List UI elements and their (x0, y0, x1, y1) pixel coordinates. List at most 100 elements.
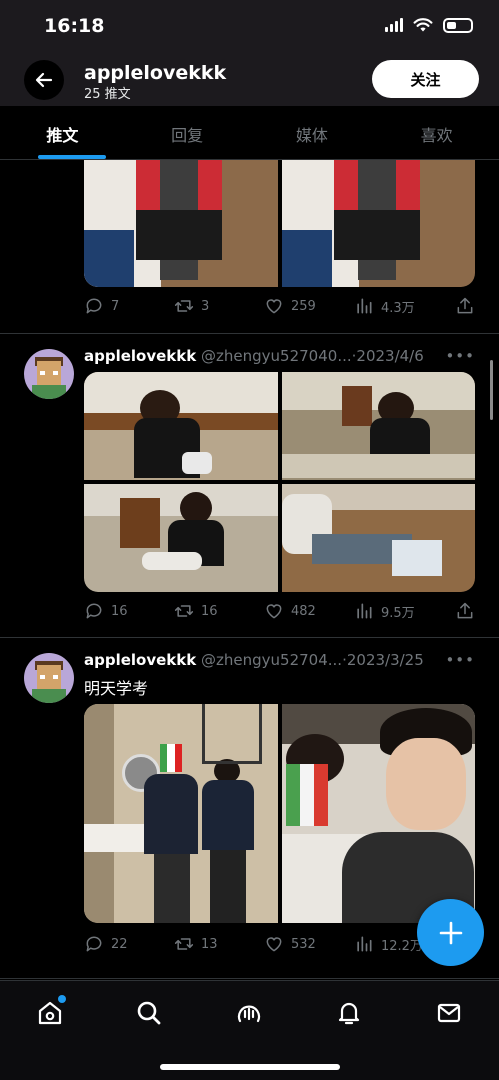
avatar[interactable] (24, 349, 74, 399)
retweet-button[interactable]: 3 (174, 296, 264, 316)
tab-likes[interactable]: 喜欢 (374, 106, 499, 159)
tweet-count: 25 推文 (84, 87, 131, 102)
retweet-button[interactable]: 16 (174, 601, 264, 621)
more-options-button[interactable]: ••• (445, 347, 475, 365)
tweet-media[interactable] (84, 704, 475, 923)
retweet-count: 3 (201, 298, 210, 314)
status-icons (385, 17, 473, 33)
tweet-date[interactable]: 2023/3/25 (347, 651, 424, 669)
nav-spaces[interactable] (229, 993, 269, 1033)
tab-media[interactable]: 媒体 (250, 106, 375, 159)
reply-button[interactable]: 22 (84, 934, 174, 954)
nav-search[interactable] (129, 993, 169, 1033)
tab-tweets[interactable]: 推文 (0, 106, 125, 159)
like-button[interactable]: 532 (264, 934, 354, 954)
messages-icon (437, 1003, 461, 1023)
like-count: 482 (291, 603, 316, 619)
more-options-button[interactable]: ••• (445, 651, 475, 669)
tweet-text: 明天学考 (84, 679, 149, 698)
photo[interactable] (281, 372, 475, 480)
reply-count: 22 (111, 936, 128, 952)
views-icon (357, 603, 372, 619)
like-count: 259 (291, 298, 316, 314)
photo[interactable] (281, 704, 475, 923)
tweet-username[interactable]: applelovekkk (84, 347, 196, 365)
home-indicator (160, 1064, 340, 1070)
like-icon (266, 604, 282, 619)
photo[interactable] (281, 484, 475, 592)
share-icon (457, 297, 473, 314)
tweet-date[interactable]: 2023/4/6 (356, 347, 423, 365)
photo[interactable] (281, 160, 475, 287)
view-count: 9.5万 (381, 605, 415, 621)
nav-notifications[interactable] (329, 993, 369, 1033)
nav-home[interactable] (30, 993, 70, 1033)
like-button[interactable]: 259 (264, 296, 354, 316)
tweet[interactable]: applelovekkk @zhengyu527040...·2023/4/6 … (0, 335, 499, 638)
signal-icon (385, 18, 403, 32)
retweet-count: 16 (201, 603, 218, 619)
tweet-handle[interactable]: @zhengyu52704... (201, 651, 342, 669)
notifications-icon (338, 1002, 360, 1025)
photo[interactable] (84, 484, 278, 592)
tweet-feed[interactable]: 7 3 259 4.3万 applelovekkk @zhengyu527040… (0, 160, 499, 980)
tweet[interactable]: 7 3 259 4.3万 (0, 160, 499, 334)
profile-tabs: 推文 回复 媒体 喜欢 (0, 106, 499, 160)
search-icon (137, 1001, 161, 1025)
scroll-indicator[interactable] (490, 360, 493, 420)
spaces-icon (237, 1005, 261, 1023)
status-bar: 16:18 (0, 0, 499, 54)
tweet-actions: 16 16 482 9.5万 (84, 601, 475, 621)
reply-icon (86, 603, 102, 619)
tab-replies[interactable]: 回复 (125, 106, 250, 159)
home-icon (38, 1001, 62, 1025)
tweet-media[interactable] (84, 372, 475, 592)
follow-button[interactable]: 关注 (372, 60, 479, 98)
views-icon (357, 298, 372, 314)
view-count: 4.3万 (381, 300, 415, 316)
photo[interactable] (84, 160, 278, 287)
like-button[interactable]: 482 (264, 601, 354, 621)
retweet-button[interactable]: 13 (174, 934, 264, 954)
tweet-header: applelovekkk @zhengyu527040...·2023/4/6 (84, 347, 456, 365)
reply-button[interactable]: 7 (84, 296, 174, 316)
share-button[interactable] (455, 296, 475, 316)
retweet-count: 13 (201, 936, 218, 952)
status-time: 16:18 (44, 15, 105, 37)
views-button[interactable]: 4.3万 (354, 296, 454, 316)
reply-count: 7 (111, 298, 120, 314)
retweet-icon (174, 300, 194, 312)
battery-icon (443, 17, 473, 33)
back-button[interactable] (24, 60, 64, 100)
photo[interactable] (84, 372, 278, 480)
photo[interactable] (84, 704, 278, 923)
reply-button[interactable]: 16 (84, 601, 174, 621)
tweet-actions: 7 3 259 4.3万 (84, 296, 475, 316)
avatar[interactable] (24, 653, 74, 703)
profile-name: applelovekkk (84, 62, 227, 84)
retweet-icon (174, 938, 194, 950)
tweet-media[interactable] (84, 160, 475, 287)
reply-icon (86, 936, 102, 952)
share-button[interactable] (455, 601, 475, 621)
back-arrow-icon (35, 72, 53, 88)
views-button[interactable]: 9.5万 (354, 601, 454, 621)
compose-plus-icon (439, 921, 462, 944)
share-icon (457, 602, 473, 619)
reply-icon (86, 298, 102, 314)
tweet-header: applelovekkk @zhengyu52704...·2023/3/25 (84, 651, 456, 669)
compose-button[interactable] (417, 899, 484, 966)
like-icon (266, 299, 282, 314)
reply-count: 16 (111, 603, 128, 619)
profile-header: applelovekkk 25 推文 关注 (0, 54, 499, 106)
like-icon (266, 937, 282, 952)
like-count: 532 (291, 936, 316, 952)
tweet-username[interactable]: applelovekkk (84, 651, 196, 669)
bottom-nav (0, 980, 499, 1080)
retweet-icon (174, 605, 194, 617)
views-icon (357, 936, 372, 952)
nav-messages[interactable] (429, 993, 469, 1033)
tweet-handle[interactable]: @zhengyu527040... (201, 347, 352, 365)
notification-dot (58, 995, 66, 1003)
wifi-icon (413, 18, 433, 32)
